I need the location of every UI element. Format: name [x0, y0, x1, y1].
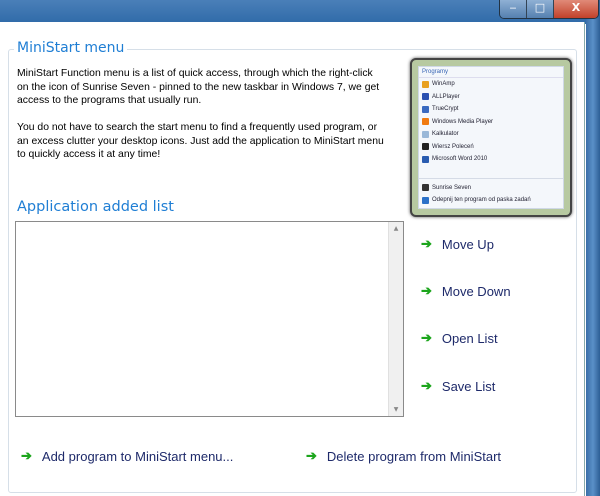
open-list-button[interactable]: ➔ Open List: [421, 330, 498, 346]
preview-item-label: Windows Media Player: [432, 118, 494, 125]
preview-item-label: Microsoft Word 2010: [432, 156, 488, 163]
program-icon: [422, 118, 429, 126]
arrow-right-icon: ➔: [421, 330, 432, 345]
preview-item-label: TrueCrypt: [432, 106, 459, 113]
program-icon: [422, 93, 429, 101]
window-controls: ‒ □ X: [499, 0, 599, 19]
preview-item: Kalkulator: [419, 128, 563, 141]
save-list-button[interactable]: ➔ Save List: [421, 378, 495, 394]
preview-item: ALLPlayer: [419, 91, 563, 104]
preview-item-label: Sunrise Seven: [432, 184, 472, 191]
preview-image: Programy WinAmp ALLPlayer TrueCrypt Windows…: [410, 58, 572, 217]
preview-item-label: WinAmp: [432, 81, 455, 88]
program-icon: [422, 143, 429, 151]
arrow-right-icon: ➔: [421, 283, 432, 298]
program-icon: [422, 184, 429, 192]
preview-header: Programy: [419, 67, 563, 78]
save-list-label: Save List: [441, 378, 496, 394]
arrow-right-icon: ➔: [306, 448, 317, 463]
minimize-button[interactable]: ‒: [500, 0, 527, 18]
move-up-button[interactable]: ➔ Move Up: [421, 236, 494, 252]
preview-item-label: Odepnij ten program od paska zadań: [432, 197, 531, 204]
description-paragraph: MiniStart Function menu is a list of qui…: [17, 68, 380, 106]
description-paragraph: You do not have to search the start menu…: [17, 122, 384, 160]
group-title: MiniStart menu: [14, 40, 128, 56]
arrow-right-icon: ➔: [421, 378, 432, 393]
preview-item-label: Wiersz Poleceń: [432, 143, 474, 150]
preview-item-label: Kalkulator: [432, 131, 459, 138]
description: MiniStart Function menu is a list of qui…: [17, 67, 387, 175]
program-icon: [422, 105, 429, 113]
scroll-down-icon[interactable]: ▼: [389, 406, 403, 413]
window-border: [586, 0, 600, 496]
preview-item-label: ALLPlayer: [432, 93, 460, 100]
program-icon: [422, 155, 429, 163]
program-icon: [422, 80, 429, 88]
program-icon: [422, 196, 429, 204]
preview-item: Windows Media Player: [419, 116, 563, 129]
preview-item: Odepnij ten program od paska zadań: [419, 194, 563, 207]
add-program-label: Add program to MiniStart menu...: [41, 448, 234, 464]
preview-item: Wiersz Poleceń: [419, 141, 563, 154]
move-up-label: Move Up: [441, 236, 494, 252]
move-down-label: Move Down: [441, 283, 511, 299]
open-list-label: Open List: [441, 330, 498, 346]
preview-item: TrueCrypt: [419, 103, 563, 116]
delete-program-button[interactable]: ➔ Delete program from MiniStart: [306, 448, 501, 464]
preview-item: Sunrise Seven: [419, 182, 563, 195]
program-icon: [422, 130, 429, 138]
scroll-up-icon[interactable]: ▲: [389, 225, 403, 232]
vertical-scrollbar[interactable]: ▲ ▼: [388, 222, 403, 416]
move-down-button[interactable]: ➔ Move Down: [421, 283, 511, 299]
preview-item: WinAmp: [419, 78, 563, 91]
application-listbox[interactable]: ▲ ▼: [15, 221, 404, 417]
close-button[interactable]: X: [554, 0, 598, 18]
list-title: Application added list: [17, 199, 174, 215]
add-program-button[interactable]: ➔ Add program to MiniStart menu...: [21, 448, 233, 464]
arrow-right-icon: ➔: [421, 236, 432, 251]
delete-program-label: Delete program from MiniStart: [326, 448, 502, 464]
maximize-button[interactable]: □: [527, 0, 554, 18]
preview-item: Microsoft Word 2010: [419, 153, 563, 166]
arrow-right-icon: ➔: [21, 448, 32, 463]
